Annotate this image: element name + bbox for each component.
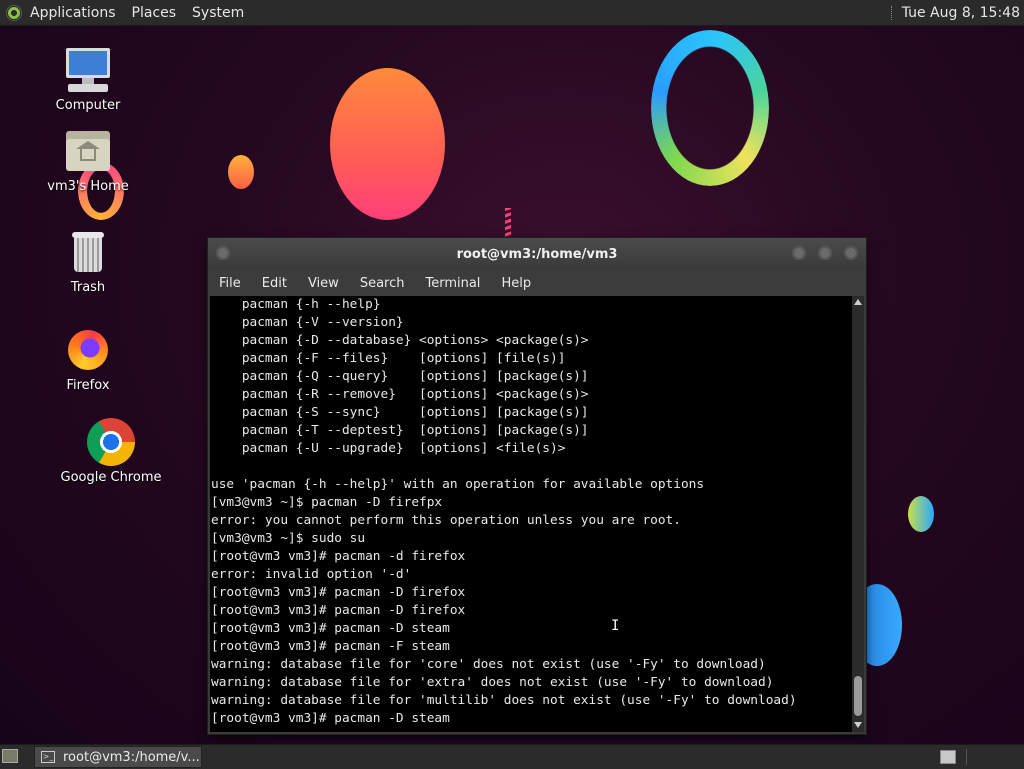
distro-logo-icon[interactable] <box>6 4 22 21</box>
menu-edit[interactable]: Edit <box>262 276 287 291</box>
workspace-switcher[interactable] <box>940 750 956 764</box>
window-menu-button[interactable] <box>216 246 230 260</box>
bottom-panel: >_ root@vm3:/home/v... <box>0 744 1024 769</box>
window-title: root@vm3:/home/vm3 <box>456 246 618 262</box>
desktop-icon-label: vm3's Home <box>47 179 129 194</box>
taskbar-label: root@vm3:/home/v... <box>63 749 200 765</box>
panel-separator <box>890 5 894 20</box>
menu-system[interactable]: System <box>192 5 244 21</box>
home-folder-icon <box>64 127 112 175</box>
desktop-icon-trash[interactable]: Trash <box>33 228 143 295</box>
terminal-line: use 'pacman {-h --help}' with an operati… <box>211 477 705 492</box>
terminal-line: error: invalid option '-d' <box>211 567 412 582</box>
menu-search[interactable]: Search <box>360 276 405 291</box>
maximize-button[interactable] <box>818 246 832 260</box>
scroll-down-icon[interactable] <box>854 722 862 728</box>
terminal-line: pacman {-U --upgrade} [options] <file(s)… <box>211 441 566 456</box>
computer-icon <box>64 46 112 94</box>
wallpaper-dot-shape <box>908 496 934 532</box>
clock[interactable]: Tue Aug 8, 15:48 <box>902 5 1020 21</box>
terminal-scrollbar[interactable] <box>852 296 864 732</box>
terminal-icon: >_ <box>41 751 55 763</box>
chrome-icon <box>87 418 135 466</box>
terminal-line: error: you cannot perform this operation… <box>211 513 681 528</box>
terminal-line: pacman {-T --deptest} [options] [package… <box>211 423 589 438</box>
terminal-line: [root@vm3 vm3]# pacman -D firefox <box>211 585 466 600</box>
terminal-line: warning: database file for 'core' does n… <box>211 657 766 672</box>
scrollbar-thumb[interactable] <box>854 676 862 716</box>
terminal-line: [vm3@vm3 ~]$ sudo su <box>211 531 366 546</box>
wallpaper-small-shape <box>228 155 254 189</box>
terminal-line: [root@vm3 vm3]# pacman -D firefox <box>211 603 466 618</box>
menu-help[interactable]: Help <box>501 276 531 291</box>
trash-icon <box>64 228 112 276</box>
terminal-line: pacman {-V --version} <box>211 315 404 330</box>
terminal-line: [root@vm3 vm3]# pacman -D steam <box>211 621 450 636</box>
text-cursor-icon: I <box>611 618 620 634</box>
panel-separator <box>966 749 967 765</box>
terminal-line: warning: database file for 'extra' does … <box>211 675 774 690</box>
desktop-icon-computer[interactable]: Computer <box>33 46 143 113</box>
close-button[interactable] <box>844 246 858 260</box>
wallpaper-flick-shape <box>505 208 511 240</box>
terminal-line: [root@vm3 vm3]# pacman -D steam <box>211 711 450 726</box>
terminal-menubar: File Edit View Search Terminal Help <box>208 270 866 296</box>
terminal-line: warning: database file for 'multilib' do… <box>211 693 797 708</box>
terminal-line: pacman {-h --help} <box>211 297 381 312</box>
firefox-icon <box>64 326 112 374</box>
menu-terminal[interactable]: Terminal <box>425 276 480 291</box>
menu-file[interactable]: File <box>219 276 241 291</box>
minimize-button[interactable] <box>792 246 806 260</box>
terminal-line: pacman {-R --remove} [options] <package(… <box>211 387 589 402</box>
top-panel: Applications Places System Tue Aug 8, 15… <box>0 0 1024 26</box>
desktop-icon-home[interactable]: vm3's Home <box>33 127 143 194</box>
wallpaper-orange-shape <box>330 68 445 220</box>
menu-places[interactable]: Places <box>132 5 177 21</box>
menu-view[interactable]: View <box>308 276 339 291</box>
terminal-line: [root@vm3 vm3]# pacman -F steam <box>211 639 450 654</box>
desktop-icon-label: Computer <box>55 98 121 113</box>
desktop-icon-label: Trash <box>70 280 106 295</box>
show-desktop-icon[interactable] <box>2 749 18 763</box>
terminal-line: [root@vm3 vm3]# pacman -d firefox <box>211 549 466 564</box>
terminal-line: [vm3@vm3 ~]$ pacman -D firefpx <box>211 495 443 510</box>
terminal-output[interactable]: pacman {-h --help} pacman {-V --version}… <box>210 296 852 732</box>
window-titlebar[interactable]: root@vm3:/home/vm3 <box>208 238 866 270</box>
menu-applications[interactable]: Applications <box>30 5 116 21</box>
desktop-icon-label: Google Chrome <box>60 470 162 485</box>
terminal-line: pacman {-D --database} <options> <packag… <box>211 333 589 348</box>
scroll-up-icon[interactable] <box>854 299 862 305</box>
terminal-line: pacman {-S --sync} [options] [package(s)… <box>211 405 589 420</box>
terminal-line: pacman {-F --files} [options] [file(s)] <box>211 351 566 366</box>
terminal-window[interactable]: root@vm3:/home/vm3 File Edit View Search… <box>208 238 866 734</box>
desktop-icon-chrome[interactable]: Google Chrome <box>56 418 166 485</box>
desktop-icon-firefox[interactable]: Firefox <box>33 326 143 393</box>
taskbar-terminal-button[interactable]: >_ root@vm3:/home/v... <box>34 746 202 768</box>
wallpaper-ring-shape <box>651 30 769 186</box>
desktop-icon-label: Firefox <box>66 378 110 393</box>
terminal-line: pacman {-Q --query} [options] [package(s… <box>211 369 589 384</box>
